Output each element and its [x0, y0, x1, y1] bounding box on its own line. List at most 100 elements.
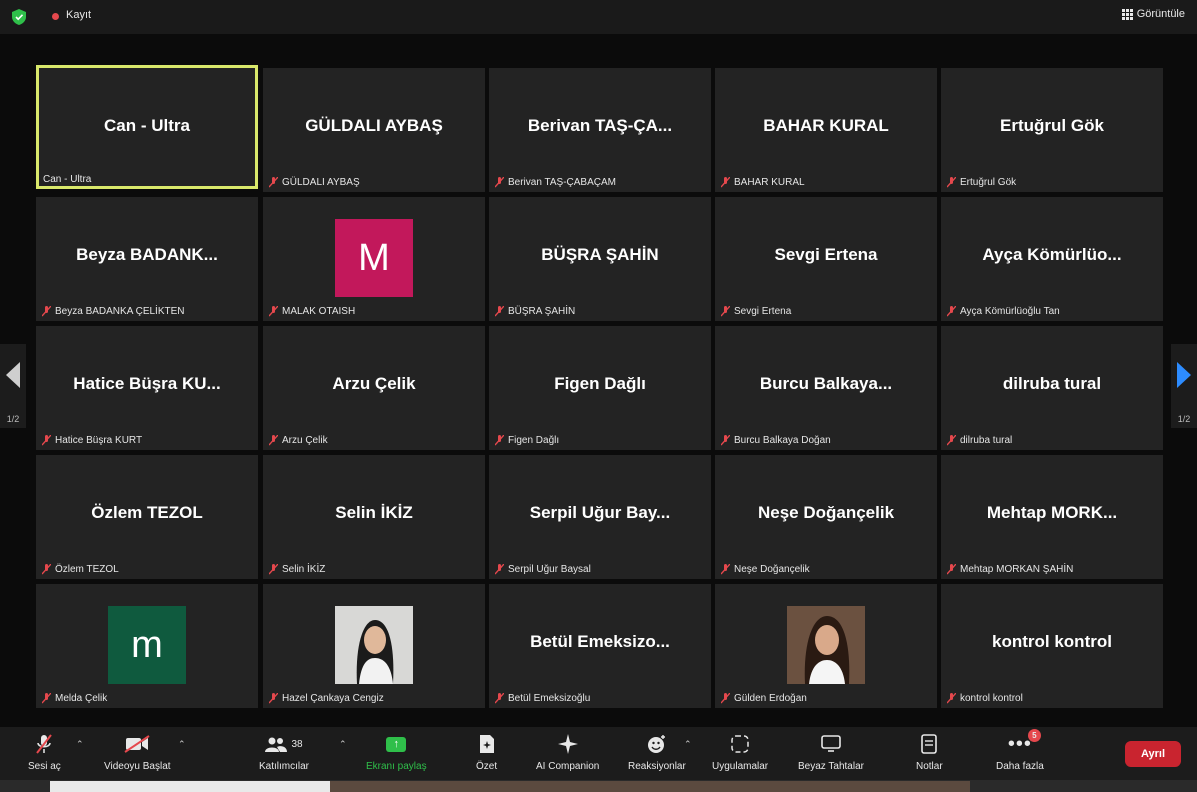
- participant-display-name: Ayça Kömürlüo...: [982, 245, 1122, 264]
- video-gallery: Can - Ultra Can - Ultra GÜLDALI AYBAŞ GÜ…: [0, 34, 1197, 727]
- record-label[interactable]: Kayıt: [66, 9, 91, 21]
- participant-tile[interactable]: Figen Dağlı Figen Dağlı: [489, 326, 711, 450]
- participant-tile[interactable]: M MALAK OTAISH: [263, 197, 485, 321]
- participant-display-name: Arzu Çelik: [332, 374, 416, 393]
- participant-name-label: Burcu Balkaya Doğan: [721, 435, 831, 446]
- participant-tile[interactable]: Mehtap MORK... Mehtap MORKAN ŞAHİN: [941, 455, 1163, 579]
- participants-options-caret-icon[interactable]: ⌃: [339, 739, 347, 750]
- participant-name-label: Beyza BADANKA ÇELİKTEN: [42, 306, 185, 317]
- participant-tile[interactable]: BÜŞRA ŞAHİN BÜŞRA ŞAHİN: [489, 197, 711, 321]
- apps-button[interactable]: Uygulamalar: [712, 733, 768, 772]
- more-button[interactable]: ••• 5 Daha fazla: [996, 729, 1044, 772]
- participant-display-name: Özlem TEZOL: [91, 503, 203, 522]
- ai-companion-button[interactable]: AI Companion: [536, 733, 599, 772]
- participant-display-name: Hatice Büşra KU...: [73, 374, 221, 393]
- participant-name-label: Can - Ultra: [43, 174, 91, 185]
- audio-options-caret-icon[interactable]: ⌃: [76, 739, 84, 750]
- mic-muted-icon: [947, 564, 956, 575]
- summary-button[interactable]: Özet: [476, 733, 497, 772]
- notes-button[interactable]: Notlar: [916, 733, 943, 772]
- participant-tile[interactable]: Gülden Erdoğan: [715, 584, 937, 708]
- microphone-muted-icon: [36, 734, 53, 754]
- participant-name-label: kontrol kontrol: [947, 693, 1023, 704]
- participant-tile[interactable]: Hatice Büşra KU... Hatice Büşra KURT: [36, 326, 258, 450]
- participant-tile[interactable]: Betül Emeksizo... Betül Emeksizoğlu: [489, 584, 711, 708]
- participant-display-name: BÜŞRA ŞAHİN: [541, 245, 659, 264]
- participant-tile[interactable]: Sevgi Ertena Sevgi Ertena: [715, 197, 937, 321]
- participant-display-name: Can - Ultra: [104, 116, 190, 135]
- shield-icon[interactable]: [12, 9, 26, 25]
- mic-muted-icon: [947, 306, 956, 317]
- participant-tile[interactable]: m Melda Çelik: [36, 584, 258, 708]
- participant-name-label: Ertuğrul Gök: [947, 177, 1016, 188]
- participant-tile[interactable]: Berivan TAŞ-ÇA... Berivan TAŞ-ÇABAÇAM: [489, 68, 711, 192]
- participant-name-text: MALAK OTAISH: [282, 306, 356, 317]
- background-window-fragment: [330, 781, 970, 792]
- participants-button[interactable]: 38 Katılımcılar: [259, 733, 309, 772]
- mic-muted-icon: [947, 177, 956, 188]
- view-button[interactable]: Görüntüle: [1121, 8, 1185, 20]
- participant-name-text: Can - Ultra: [43, 174, 92, 185]
- start-video-button[interactable]: Videoyu Başlat: [104, 733, 171, 772]
- whiteboards-button[interactable]: Beyaz Tahtalar: [798, 733, 864, 772]
- participant-name-label: Arzu Çelik: [269, 435, 328, 446]
- participant-tile[interactable]: BAHAR KURAL BAHAR KURAL: [715, 68, 937, 192]
- reactions-options-caret-icon[interactable]: ⌃: [684, 739, 692, 750]
- participant-tile[interactable]: Ayça Kömürlüo... Ayça Kömürlüoğlu Tan: [941, 197, 1163, 321]
- previous-page-button[interactable]: 1/2: [0, 344, 26, 428]
- participant-name-text: Burcu Balkaya Doğan: [734, 435, 831, 446]
- next-page-button[interactable]: 1/2: [1171, 344, 1197, 428]
- background-window-fragment: [50, 781, 330, 792]
- participant-display-name: Beyza BADANK...: [76, 245, 218, 264]
- share-screen-button[interactable]: ↑ Ekranı paylaş: [366, 733, 427, 772]
- background-strip: [0, 780, 1197, 792]
- participant-tile[interactable]: Neşe Doğançelik Neşe Doğançelik: [715, 455, 937, 579]
- participant-display-name: Betül Emeksizo...: [530, 632, 670, 651]
- participant-tile[interactable]: kontrol kontrol kontrol kontrol: [941, 584, 1163, 708]
- mic-muted-icon: [721, 564, 730, 575]
- participant-name-text: Gülden Erdoğan: [734, 693, 807, 704]
- participant-display-name: Selin İKİZ: [335, 503, 413, 522]
- summary-document-icon: [479, 735, 494, 753]
- camera-off-icon: [124, 735, 150, 753]
- mic-muted-icon: [495, 177, 504, 188]
- arrow-right-icon: [1177, 362, 1191, 388]
- participant-name-text: kontrol kontrol: [960, 693, 1023, 704]
- participant-name-text: Berivan TAŞ-ÇABAÇAM: [508, 177, 616, 188]
- participant-tile[interactable]: Burcu Balkaya... Burcu Balkaya Doğan: [715, 326, 937, 450]
- participant-tile[interactable]: Selin İKİZ Selin İKİZ: [263, 455, 485, 579]
- apps-icon: [731, 735, 749, 753]
- participant-name-label: Sevgi Ertena: [721, 306, 791, 317]
- participant-name-text: Neşe Doğançelik: [734, 564, 810, 575]
- participant-display-name: Serpil Uğur Bay...: [529, 503, 671, 522]
- arrow-left-icon: [6, 362, 20, 388]
- participant-name-text: Mehtap MORKAN ŞAHİN: [960, 564, 1074, 575]
- participant-avatar: M: [335, 219, 413, 297]
- participants-label: Katılımcılar: [259, 761, 310, 772]
- mic-muted-icon: [495, 435, 504, 446]
- reactions-button[interactable]: Reaksiyonlar: [628, 733, 686, 772]
- leave-button[interactable]: Ayrıl: [1125, 741, 1181, 767]
- participant-display-name: Neşe Doğançelik: [757, 503, 895, 522]
- participant-name-text: Figen Dağlı: [508, 435, 560, 446]
- unmute-button[interactable]: Sesi aç: [28, 733, 61, 772]
- video-options-caret-icon[interactable]: ⌃: [178, 739, 186, 750]
- participant-name-text: dilruba tural: [960, 435, 1013, 446]
- notes-icon: [921, 734, 938, 754]
- mic-muted-icon: [42, 435, 51, 446]
- participant-tile[interactable]: Arzu Çelik Arzu Çelik: [263, 326, 485, 450]
- participant-display-name: dilruba tural: [1002, 374, 1102, 393]
- participant-tile[interactable]: Ertuğrul Gök Ertuğrul Gök: [941, 68, 1163, 192]
- participant-name-text: Ertuğrul Gök: [960, 177, 1017, 188]
- participant-tile[interactable]: Beyza BADANK... Beyza BADANKA ÇELİKTEN: [36, 197, 258, 321]
- participant-name-text: BÜŞRA ŞAHİN: [508, 306, 576, 317]
- participant-tile[interactable]: Can - Ultra Can - Ultra: [36, 65, 258, 189]
- participant-tile[interactable]: Özlem TEZOL Özlem TEZOL: [36, 455, 258, 579]
- mic-muted-icon: [269, 564, 278, 575]
- participant-tile[interactable]: dilruba tural dilruba tural: [941, 326, 1163, 450]
- participant-tile[interactable]: Serpil Uğur Bay... Serpil Uğur Baysal: [489, 455, 711, 579]
- participant-tile[interactable]: GÜLDALI AYBAŞ GÜLDALI AYBAŞ: [263, 68, 485, 192]
- participant-tile[interactable]: Hazel Çankaya Cengiz: [263, 584, 485, 708]
- grid-view-icon: [1121, 8, 1133, 20]
- participant-display-name: Sevgi Ertena: [774, 245, 878, 264]
